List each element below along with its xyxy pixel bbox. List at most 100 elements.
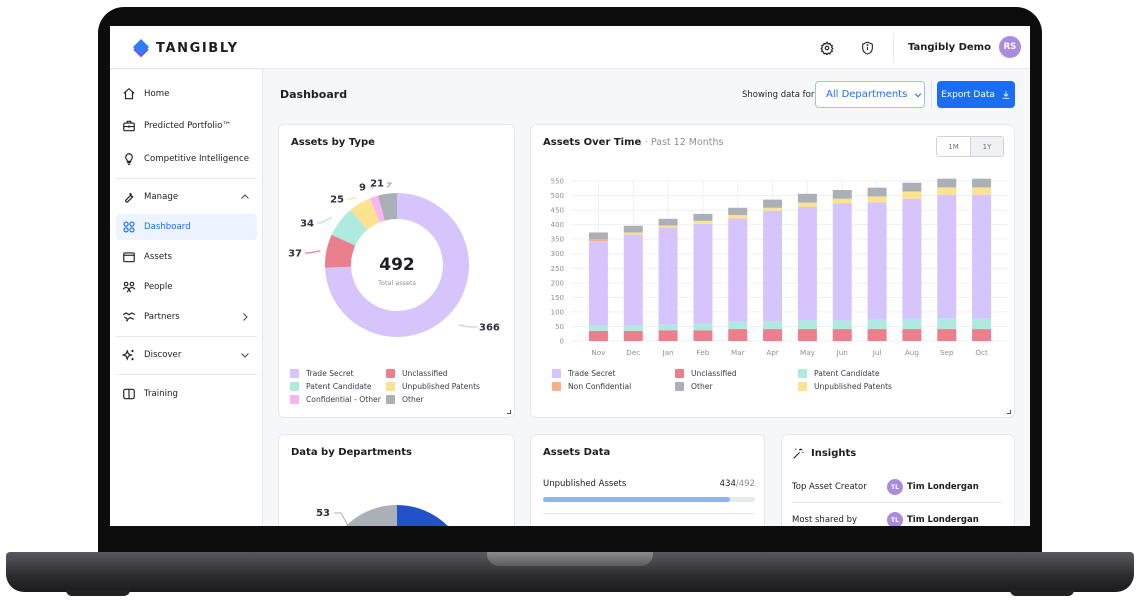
sidebar: Home Predicted Portfolio™ Competitive In… [110, 70, 263, 526]
bar-segment[interactable] [972, 194, 992, 319]
handshake-icon [122, 312, 136, 322]
bar-segment[interactable] [972, 178, 992, 188]
bar-segment[interactable] [867, 187, 887, 197]
brand-logo[interactable]: TANGIBLY [132, 38, 239, 58]
bar-segment[interactable] [763, 199, 783, 208]
bar-segment[interactable] [797, 206, 817, 321]
chevron-up-icon[interactable] [239, 191, 251, 203]
showing-data-label: Showing data for [742, 90, 815, 100]
bar-segment[interactable] [658, 227, 678, 325]
sidebar-item-discover[interactable]: Discover [116, 342, 257, 368]
export-data-button[interactable]: Export Data [937, 81, 1015, 108]
bar-segment[interactable] [902, 182, 922, 192]
insight-person[interactable]: Tim Londergan [907, 515, 979, 525]
bar-segment[interactable] [763, 207, 783, 211]
y-tick-label: 550 [551, 178, 564, 186]
bar-segment[interactable] [867, 196, 887, 203]
resize-handle[interactable] [507, 410, 511, 414]
bar-segment[interactable] [623, 225, 643, 233]
sidebar-item-assets[interactable]: Assets [116, 244, 257, 270]
sidebar-item-people[interactable]: People [116, 274, 257, 300]
donut-leader-line [347, 196, 357, 200]
bar-segment[interactable] [937, 318, 957, 330]
sidebar-item-predicted-portfolio[interactable]: Predicted Portfolio™ [116, 113, 257, 139]
bar-segment[interactable] [728, 321, 748, 330]
bar-segment[interactable] [972, 187, 992, 195]
bar-segment[interactable] [588, 241, 608, 326]
donut-value-label: 25 [330, 195, 344, 206]
chevron-right-icon[interactable] [239, 311, 251, 323]
bar-segment[interactable] [763, 329, 783, 341]
bar-segment[interactable] [972, 318, 992, 330]
bar-segment[interactable] [693, 330, 713, 341]
sidebar-item-training[interactable]: Training [116, 381, 257, 407]
bar-segment[interactable] [797, 329, 817, 341]
bar-segment[interactable] [658, 225, 678, 228]
bar-segment[interactable] [797, 193, 817, 203]
bar-segment[interactable] [693, 220, 713, 224]
bar-segment[interactable] [623, 234, 643, 326]
bar-segment[interactable] [588, 232, 608, 240]
sidebar-item-manage[interactable]: Manage [116, 184, 257, 210]
shield-info-icon[interactable] [858, 39, 876, 57]
bar-segment[interactable] [832, 329, 852, 341]
gear-icon[interactable] [818, 39, 836, 57]
bar-segment[interactable] [763, 321, 783, 330]
bar-segment[interactable] [937, 194, 957, 319]
range-option-1y[interactable]: 1Y [970, 137, 1003, 156]
bar-segment[interactable] [937, 187, 957, 195]
bar-segment[interactable] [867, 319, 887, 330]
bar-segment[interactable] [832, 190, 852, 199]
department-select[interactable]: All Departments [815, 81, 925, 108]
bar-segment[interactable] [588, 239, 608, 242]
bar-segment[interactable] [588, 325, 608, 331]
bar-segment[interactable] [693, 213, 713, 221]
range-option-1m[interactable]: 1M [937, 137, 970, 156]
bar-segment[interactable] [623, 330, 643, 341]
bar-segment[interactable] [693, 223, 713, 324]
bar-segment[interactable] [623, 232, 643, 235]
bar-segment[interactable] [972, 329, 992, 341]
donut-value-label: 37 [288, 249, 302, 260]
bar-segment[interactable] [763, 210, 783, 322]
logo-icon [133, 39, 149, 58]
bar-segment[interactable] [867, 329, 887, 341]
sparkle-icon [122, 349, 134, 361]
bar-segment[interactable] [693, 323, 713, 331]
bar-segment[interactable] [832, 320, 852, 330]
bar-segment[interactable] [658, 324, 678, 331]
x-tick-label: May [800, 348, 816, 357]
sidebar-item-dashboard[interactable]: Dashboard [116, 214, 257, 240]
bar-segment[interactable] [728, 215, 748, 219]
insight-person[interactable]: Tim Londergan [907, 482, 979, 492]
bar-segment[interactable] [902, 329, 922, 341]
bar-segment[interactable] [937, 178, 957, 188]
resize-handle[interactable] [1007, 410, 1011, 414]
legend-swatch [675, 368, 684, 378]
sidebar-item-competitive-intelligence[interactable]: Competitive Intelligence [116, 146, 257, 172]
bar-segment[interactable] [902, 191, 922, 199]
sidebar-item-home[interactable]: Home [116, 81, 257, 107]
bar-segment[interactable] [797, 202, 817, 207]
bar-segment[interactable] [797, 320, 817, 330]
bar-segment[interactable] [728, 329, 748, 341]
unpublished-progress-bar [543, 497, 755, 502]
sidebar-item-partners[interactable]: Partners [116, 304, 257, 330]
legend-item: Non Confidential [552, 381, 675, 391]
bar-segment[interactable] [902, 318, 922, 330]
chevron-down-icon [915, 92, 922, 97]
bar-segment[interactable] [588, 330, 608, 341]
bar-segment[interactable] [937, 329, 957, 341]
folder-icon [123, 252, 135, 263]
bar-segment[interactable] [902, 198, 922, 319]
user-menu[interactable]: Tangibly Demo RS [908, 36, 1021, 58]
bar-segment[interactable] [832, 203, 852, 321]
bar-segment[interactable] [867, 202, 887, 320]
bar-segment[interactable] [728, 207, 748, 216]
bar-segment[interactable] [623, 325, 643, 331]
chevron-down-icon[interactable] [239, 349, 251, 361]
bar-segment[interactable] [728, 218, 748, 322]
bar-segment[interactable] [658, 218, 678, 226]
bar-segment[interactable] [658, 330, 678, 341]
bar-segment[interactable] [832, 198, 852, 204]
